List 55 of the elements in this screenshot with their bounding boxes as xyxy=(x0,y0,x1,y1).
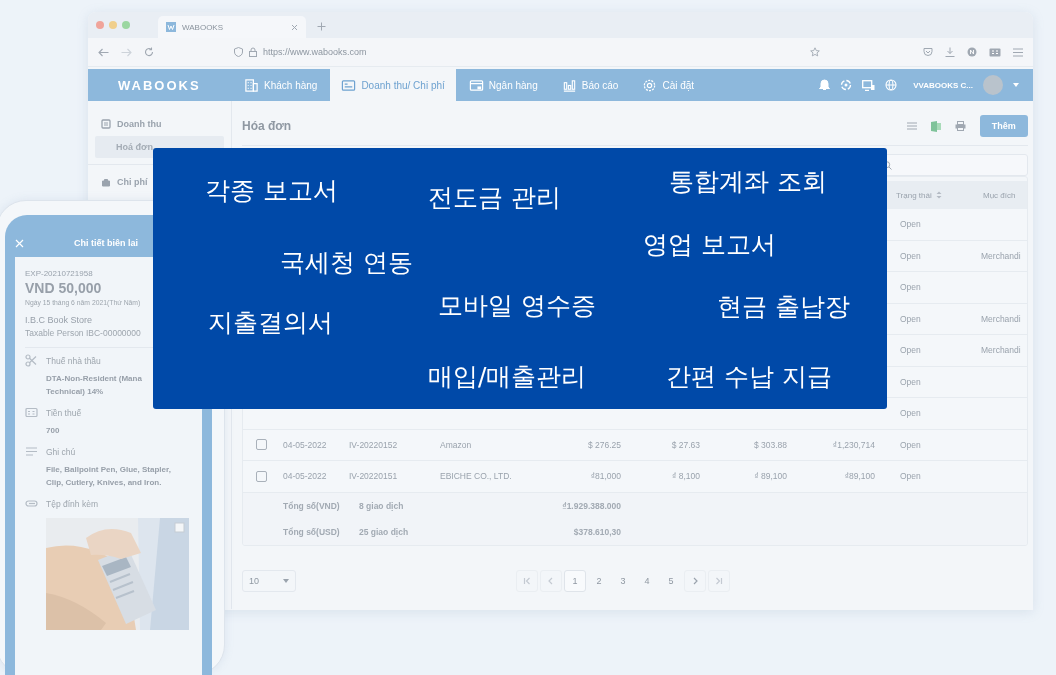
feature-label: 각종 보고서 xyxy=(205,176,338,206)
feature-label: 지출결의서 xyxy=(208,308,333,338)
table-cell-text: Merchandi xyxy=(980,345,1022,356)
table-cell-text: ₫81,000 xyxy=(589,471,622,482)
field-value: File, Ballpoint Pen, Glue, Stapler, Clip, Cutlery, Knives, and Iron. xyxy=(46,464,172,489)
page-title: Hóa đơn xyxy=(242,119,292,133)
feature-label: 통합계좌 조회 xyxy=(669,167,827,197)
table-cell-text: Merchandi xyxy=(980,313,1022,324)
field-value: DTA-Non-Resident (Mana Technical) 14% xyxy=(46,373,143,398)
table-cell-text: IV-20220151 xyxy=(348,471,399,482)
feature-label: 국세청 연동 xyxy=(280,248,413,278)
status-cell-text: Open xyxy=(899,408,922,419)
feature-label: 현금 출납장 xyxy=(717,292,850,322)
table-cell-text: 04-05-2022 xyxy=(282,439,328,450)
status-cell-text: Open xyxy=(899,376,922,387)
table-cell-text: $ 276.25 xyxy=(586,439,622,450)
total-label: Tổng số(USD) xyxy=(282,526,341,537)
feature-label: 전도금 관리 xyxy=(428,183,561,213)
transaction-count: 8 giao dịch xyxy=(358,500,405,511)
status-cell-text: Open xyxy=(899,282,922,293)
table-cell-text: Merchandi xyxy=(980,250,1022,261)
feature-label: 매입/매출관리 xyxy=(428,362,587,392)
status-cell-text: Open xyxy=(899,250,922,261)
status-cell-text: Open xyxy=(899,439,922,450)
vendor-name: I.B.C Book Store xyxy=(25,315,94,325)
table-cell-text: ₫ 89,100 xyxy=(753,471,788,482)
feature-label: 모바일 영수증 xyxy=(438,291,596,321)
feature-label: 간편 수납 지급 xyxy=(666,362,832,392)
vendor-id: Taxable Person IBC-00000000 xyxy=(25,328,142,338)
total-label: Tổng số(VND) xyxy=(282,500,341,511)
table-cell-text: ₫1,230,714 xyxy=(831,439,876,450)
field-label: Thuế nhà thầu xyxy=(46,355,101,366)
table-cell-text: IV-20220152 xyxy=(348,439,399,450)
table-cell-text: EBICHE CO., LTD. xyxy=(439,471,513,482)
field-label: Ghi chú xyxy=(46,446,76,457)
table-cell-text: $ 303.88 xyxy=(752,439,788,450)
table-cell-text: $ 27.63 xyxy=(670,439,701,450)
transaction-count: 25 giao dịch xyxy=(358,526,410,537)
total-amount: ₫1.929.388.000 xyxy=(561,500,621,511)
field-label: Tệp đính kèm xyxy=(46,498,98,509)
receipt-code: EXP-20210721958 xyxy=(25,269,94,278)
screen-title: Chi tiết biên lai xyxy=(73,238,139,248)
status-cell-text: Open xyxy=(899,471,922,482)
table-cell-text: ₫ 8,100 xyxy=(671,471,701,482)
total-amount: $378.610,30 xyxy=(572,526,621,537)
status-cell-text: Open xyxy=(899,219,922,230)
feature-label: 영업 보고서 xyxy=(643,230,776,260)
table-cell-text: 04-05-2022 xyxy=(282,471,328,482)
table-cell-text: Amazon xyxy=(439,439,473,450)
field-label: Tiền thuế xyxy=(46,407,82,418)
status-cell-text: Open xyxy=(899,345,922,356)
receipt-amount: VND 50,000 xyxy=(25,280,103,296)
status-cell-text: Open xyxy=(899,313,922,324)
table-cell-text: ₫89,100 xyxy=(843,471,876,482)
field-value: 700 xyxy=(46,425,61,437)
